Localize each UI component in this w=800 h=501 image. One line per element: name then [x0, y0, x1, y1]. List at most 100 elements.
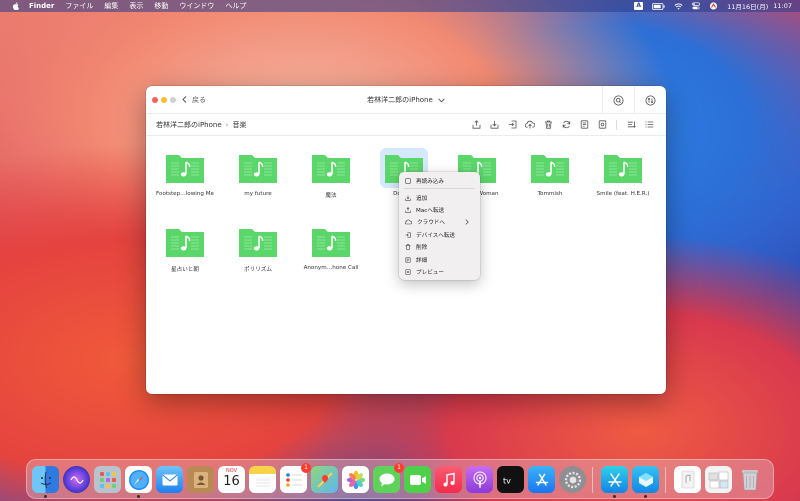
back-button[interactable]: 戻る [182, 95, 206, 105]
file-name: 魔法 [325, 193, 337, 199]
reminders-badge: 1 [301, 463, 311, 473]
dock-app-store[interactable] [528, 466, 555, 493]
menu-file[interactable]: ファイル [65, 1, 93, 11]
time-label[interactable]: 11:07 [773, 2, 792, 10]
context-menu-item-details[interactable]: 詳細 [399, 253, 480, 265]
music-file-icon [310, 225, 352, 259]
messages-badge: 1 [394, 463, 404, 473]
send-to-mac-button[interactable] [503, 118, 521, 132]
dock-finder[interactable] [32, 466, 59, 498]
dock-safari[interactable] [125, 466, 152, 498]
menu-go[interactable]: 移動 [154, 1, 168, 11]
context-menu-item-transfer-to-device[interactable]: デバイスへ転送 [399, 229, 480, 241]
anytrans-status-icon[interactable] [709, 2, 718, 10]
launchpad-icon [99, 471, 116, 488]
music-file-icon [602, 151, 644, 185]
list-view-icon [645, 121, 653, 128]
device-info-button[interactable] [634, 86, 666, 114]
search-button[interactable] [602, 86, 634, 114]
file-name: Smile (feat. H.E.R.) [596, 191, 650, 197]
refresh-button[interactable] [557, 118, 575, 132]
details-icon [405, 256, 411, 263]
device-selector[interactable]: 若林洋二郎のiPhone [367, 95, 445, 105]
input-source-icon[interactable]: A [634, 2, 644, 10]
menu-window[interactable]: ウインドウ [179, 1, 214, 11]
dock-tv[interactable]: tv [497, 466, 524, 493]
dock-notes[interactable] [249, 466, 276, 493]
dock-maps[interactable] [311, 466, 338, 493]
file-item[interactable]: ポリリズム [221, 217, 295, 279]
dock-system-preferences[interactable] [559, 466, 586, 493]
menu-view[interactable]: 表示 [129, 1, 143, 11]
dock-trash[interactable] [736, 466, 763, 493]
running-indicator [137, 495, 140, 498]
preview-button[interactable] [593, 118, 611, 132]
menu-help[interactable]: ヘルプ [225, 1, 246, 11]
zoom-button[interactable] [170, 96, 176, 103]
apple-menu-icon[interactable] [12, 2, 20, 10]
safari-icon [128, 469, 149, 490]
file-item[interactable]: my future [221, 143, 295, 205]
dock-downloads-stack[interactable] [705, 466, 732, 493]
list-view-button[interactable] [640, 118, 658, 132]
import-button[interactable] [485, 118, 503, 132]
context-menu-item-delete[interactable]: 削除 [399, 241, 480, 253]
close-button[interactable] [152, 96, 158, 103]
info-button[interactable] [575, 118, 593, 132]
breadcrumb-device[interactable]: 若林洋二郎のiPhone [156, 120, 222, 130]
music-file-icon [164, 151, 206, 185]
dock-reminders[interactable]: 1 [280, 463, 311, 493]
battery-icon[interactable] [652, 2, 665, 10]
wifi-icon[interactable] [674, 3, 683, 10]
file-item[interactable]: 星占いと朝 [148, 217, 222, 279]
document-info-icon [580, 120, 588, 129]
dock-separator [665, 467, 666, 493]
action-tools [467, 118, 658, 132]
running-indicator [644, 495, 647, 498]
dock-siri[interactable] [63, 466, 90, 493]
dock-photos[interactable] [342, 466, 369, 493]
transfer-to-mac-icon [405, 207, 411, 213]
dock-anytrans[interactable] [632, 466, 659, 498]
send-to-mac-icon [508, 120, 516, 129]
delete-button[interactable] [539, 118, 557, 132]
menu-edit[interactable]: 編集 [104, 1, 118, 11]
file-item[interactable]: Tommish [513, 143, 587, 205]
chevron-left-icon [182, 96, 187, 103]
context-menu-item-reload[interactable]: 再読み込み [399, 175, 480, 187]
date-label[interactable]: 11月16日(月) [727, 1, 768, 11]
sort-button[interactable] [622, 118, 640, 132]
dock-podcasts[interactable] [466, 466, 493, 493]
svg-text:tv: tv [503, 476, 511, 485]
context-menu-item-cloud[interactable]: クラウドへ [399, 216, 480, 228]
dock-music[interactable] [435, 466, 462, 493]
dock-xcode[interactable] [601, 466, 628, 498]
dock-messages[interactable]: 1 [373, 463, 404, 493]
dock-documents-folder[interactable] [674, 466, 701, 493]
music-file-icon [310, 151, 352, 185]
control-center-icon[interactable] [692, 2, 700, 10]
context-menu-item-transfer-to-mac[interactable]: Macへ転送 [399, 204, 480, 216]
dock-mail[interactable] [156, 466, 183, 493]
photos-icon [346, 470, 365, 489]
menu-app-finder[interactable]: Finder [29, 2, 54, 10]
chevron-right-icon [465, 219, 469, 225]
dock-contacts[interactable] [187, 466, 214, 493]
trash-icon [544, 120, 552, 129]
export-icon [472, 120, 480, 129]
context-menu-item-preview[interactable]: プレビュー [399, 266, 480, 278]
file-item[interactable]: 魔法 [294, 143, 368, 205]
dock-facetime[interactable] [404, 466, 431, 493]
upload-cloud-button[interactable] [521, 118, 539, 132]
context-menu-item-add[interactable]: 追加 [399, 191, 480, 203]
export-button[interactable] [467, 118, 485, 132]
maps-icon [316, 471, 333, 488]
minimize-button[interactable] [161, 96, 167, 103]
back-label: 戻る [192, 95, 206, 104]
dock-launchpad[interactable] [94, 466, 121, 493]
dock-calendar[interactable]: NOV 16 [218, 466, 245, 493]
file-item[interactable]: Anonym…hone Call [294, 217, 368, 279]
context-menu-label: Macへ転送 [416, 207, 445, 214]
file-item[interactable]: Smile (feat. H.E.R.) [586, 143, 660, 205]
file-item[interactable]: Footstep…lowing Me [148, 143, 222, 205]
